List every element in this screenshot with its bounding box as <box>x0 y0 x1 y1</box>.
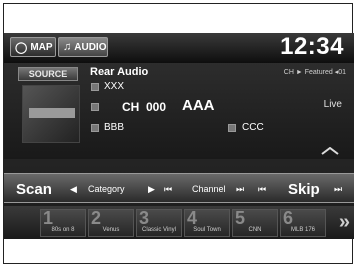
preset-number: 2 <box>91 208 102 228</box>
preset-name: 80s on 8 <box>51 227 75 233</box>
album-icon <box>228 124 236 132</box>
control-bar: Scan ◀ Category ▶ ⏮ Channel ⏭ ⏮ Skip ⏭ <box>4 173 354 203</box>
skip-button[interactable]: Skip <box>288 174 320 204</box>
artist-text: XXX <box>104 81 125 92</box>
live-indicator: Live <box>323 99 342 110</box>
preset-number: 1 <box>43 208 54 228</box>
scan-button[interactable]: Scan <box>16 174 52 204</box>
source-title: Rear Audio <box>90 66 149 78</box>
music-note-icon: ♫ <box>63 41 72 53</box>
category-prev-icon[interactable]: ◀ <box>70 174 77 204</box>
channel-label: Channel <box>192 184 226 194</box>
artist-icon <box>91 83 99 91</box>
channel-number: 000 <box>146 100 167 114</box>
channel-prev-icon[interactable]: ⏮ <box>164 174 172 204</box>
preset-bar: 1 80s on 8 2 Venus 3 Classic Vinyl 4 Sou… <box>4 206 354 239</box>
channel-prefix: CH <box>122 100 140 114</box>
now-playing-panel: SOURCE Rear Audio CH ► Featured ◂01 XXX … <box>4 63 354 159</box>
tab-map[interactable]: ◯ MAP <box>10 37 56 57</box>
preset-5[interactable]: 5 CNN <box>232 208 278 237</box>
preset-1[interactable]: 1 80s on 8 <box>40 208 86 237</box>
album-art <box>22 85 80 143</box>
channel-name: AAA <box>182 97 215 114</box>
collapse-icon[interactable] <box>320 147 340 155</box>
preset-3[interactable]: 3 Classic Vinyl <box>136 208 182 237</box>
channel-icon <box>91 103 99 111</box>
preset-name: Venus <box>102 227 120 233</box>
preset-number: 6 <box>283 208 294 228</box>
song-icon <box>91 124 99 132</box>
preset-number: 5 <box>235 208 246 228</box>
tab-audio[interactable]: ♫ AUDIO <box>58 37 108 57</box>
top-bar: ◯ MAP ♫ AUDIO 12:34 <box>4 33 354 63</box>
featured-indicator: CH ► Featured ◂01 <box>283 69 346 76</box>
preset-name: Soul Town <box>193 227 221 233</box>
album-text: CCC <box>242 122 264 133</box>
tab-map-label: MAP <box>30 41 53 53</box>
source-button[interactable]: SOURCE <box>18 67 78 81</box>
skip-forward-icon[interactable]: ⏭ <box>334 174 342 204</box>
preset-name: Classic Vinyl <box>142 227 176 233</box>
preset-4[interactable]: 4 Soul Town <box>184 208 230 237</box>
clock: 12:34 <box>280 33 344 60</box>
category-next-icon[interactable]: ▶ <box>148 174 155 204</box>
preset-name: MLB 176 <box>290 227 315 233</box>
tab-audio-label: AUDIO <box>74 41 107 53</box>
map-icon: ◯ <box>15 41 28 54</box>
preset-name: CNN <box>248 227 262 233</box>
preset-6[interactable]: 6 MLB 176 <box>280 208 326 237</box>
preset-number: 4 <box>187 208 198 228</box>
channel-next-icon[interactable]: ⏭ <box>236 174 244 204</box>
preset-number: 3 <box>139 208 150 228</box>
song-text: BBB <box>104 122 125 133</box>
more-presets-icon[interactable]: » <box>339 211 350 234</box>
category-label: Category <box>88 184 125 194</box>
skip-back-icon[interactable]: ⏮ <box>258 174 266 204</box>
preset-2[interactable]: 2 Venus <box>88 208 134 237</box>
album-art-band <box>29 108 75 118</box>
